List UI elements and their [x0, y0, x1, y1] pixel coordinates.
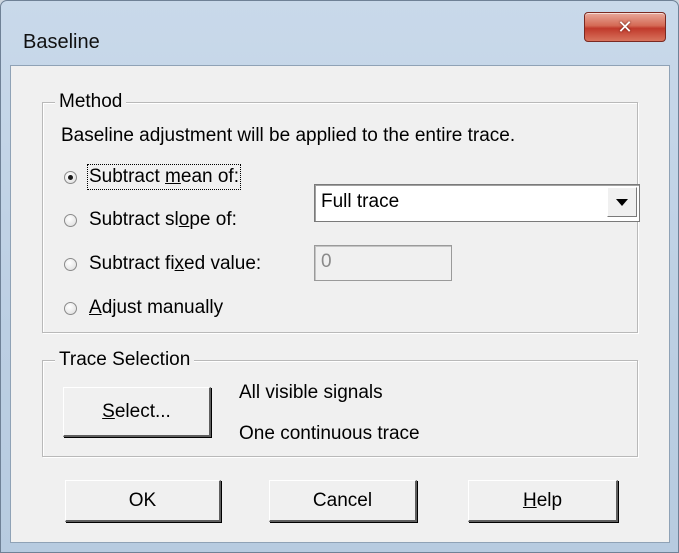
cancel-button[interactable]: Cancel — [269, 480, 417, 522]
radio-subtract-slope-label: Subtract slope of: — [89, 209, 237, 230]
method-legend: Method — [55, 91, 127, 113]
radio-indicator — [64, 301, 77, 315]
radio-adjust-manually-label: Adjust manually — [89, 297, 224, 318]
title-bar[interactable]: Baseline ✕ — [1, 1, 678, 63]
radio-subtract-mean-label: Subtract mean of: — [87, 164, 241, 190]
ok-button[interactable]: OK — [65, 480, 221, 522]
close-icon: ✕ — [617, 16, 633, 38]
radio-subtract-slope[interactable]: Subtract slope of: — [64, 207, 237, 233]
select-button[interactable]: Select... — [63, 387, 211, 437]
range-select-value: Full trace — [321, 191, 400, 212]
help-button[interactable]: Help — [468, 480, 618, 522]
dialog-client-area: Method Baseline adjustment will be appli… — [10, 65, 670, 543]
window-title: Baseline — [23, 31, 100, 53]
radio-indicator — [64, 170, 77, 184]
method-group: Method Baseline adjustment will be appli… — [42, 91, 640, 333]
fixed-value-input[interactable]: 0 — [314, 245, 452, 281]
trace-summary-signals: All visible signals — [239, 382, 383, 403]
radio-indicator — [64, 213, 77, 227]
dropdown-arrow-button[interactable] — [607, 187, 637, 217]
fixed-value-text: 0 — [321, 251, 332, 272]
range-select[interactable]: Full trace — [314, 184, 640, 222]
chevron-down-icon — [616, 198, 628, 206]
radio-adjust-manually[interactable]: Adjust manually — [64, 295, 223, 321]
close-button[interactable]: ✕ — [584, 12, 666, 42]
method-description: Baseline adjustment will be applied to t… — [61, 125, 516, 146]
radio-subtract-fixed-value[interactable]: Subtract fixed value: — [64, 251, 261, 277]
trace-summary-continuity: One continuous trace — [239, 423, 420, 444]
trace-selection-legend: Trace Selection — [55, 349, 195, 371]
radio-subtract-mean[interactable]: Subtract mean of: — [64, 164, 241, 190]
radio-subtract-fixed-label: Subtract fixed value: — [89, 253, 262, 274]
dialog-window: Baseline ✕ Method Baseline adjustment wi… — [0, 0, 679, 553]
trace-selection-group: Trace Selection Select... All visible si… — [42, 349, 638, 457]
radio-indicator — [64, 257, 77, 271]
